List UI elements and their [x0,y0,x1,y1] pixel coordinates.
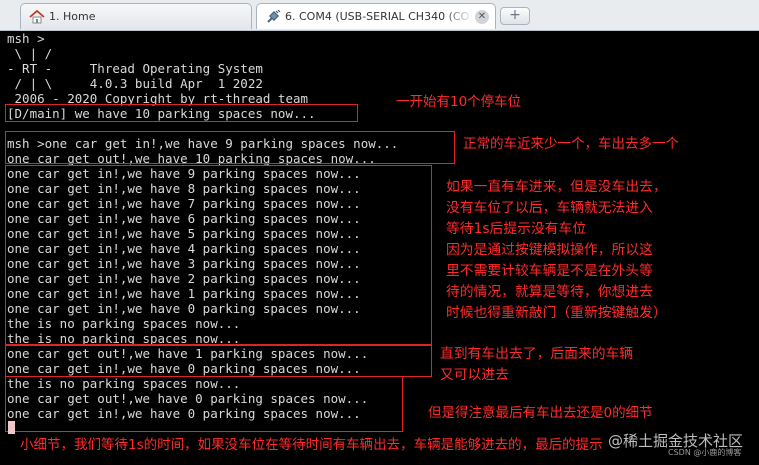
tab-home[interactable]: 1. Home [20,3,252,29]
close-tab-icon[interactable]: ✕ [475,10,489,24]
annotation-final: 但是得注意最后有车出去还是0的细节 [428,405,653,421]
tab-com4[interactable]: 6. COM4 (USB-SERIAL CH340 (CO ✕ [256,3,496,29]
terminal-line: - RT - Thread Operating System [7,61,263,76]
terminal-cursor [8,421,15,434]
annotation-detail: 小细节，我们等待1s的时间，如果没车位在等待时间有车辆出去，车辆是能够进去的，最… [20,437,603,453]
annotation-car-out: 直到有车出去了，后面来的车辆 又可以进去 [440,346,634,383]
tab-com4-label: 6. COM4 (USB-SERIAL CH340 (CO [285,10,470,23]
new-tab-button[interactable]: + [500,7,530,25]
terminal-line: msh > [7,31,45,46]
highlight-box-initial [5,104,358,122]
highlight-box-car-out [5,345,432,377]
tab-home-label: 1. Home [49,10,96,23]
terminal-line: \ | / [7,46,53,61]
annotation-full: 如果一直有车进来，但是没车出去， 没有车位了以后，车辆就无法进入 等待1s后提示… [446,179,667,321]
terminal-line: / | \ 4.0.3 build Apr 1 2022 [7,76,263,91]
annotation-initial: 一开始有10个停车位 [396,94,522,110]
plus-icon: + [509,7,521,23]
annotation-normal: 正常的车近来少一个，车出去多一个 [463,136,679,152]
home-icon [29,9,45,24]
tab-bar: 1. Home 6. COM4 (USB-SERIAL CH340 (CO ✕ … [0,0,759,31]
watermark-small: CSDN @小鹿的博客 [668,448,742,457]
highlight-box-normal [5,131,455,164]
highlight-box-final [5,376,403,432]
serial-plug-icon [265,9,281,24]
highlight-box-full [5,165,432,345]
